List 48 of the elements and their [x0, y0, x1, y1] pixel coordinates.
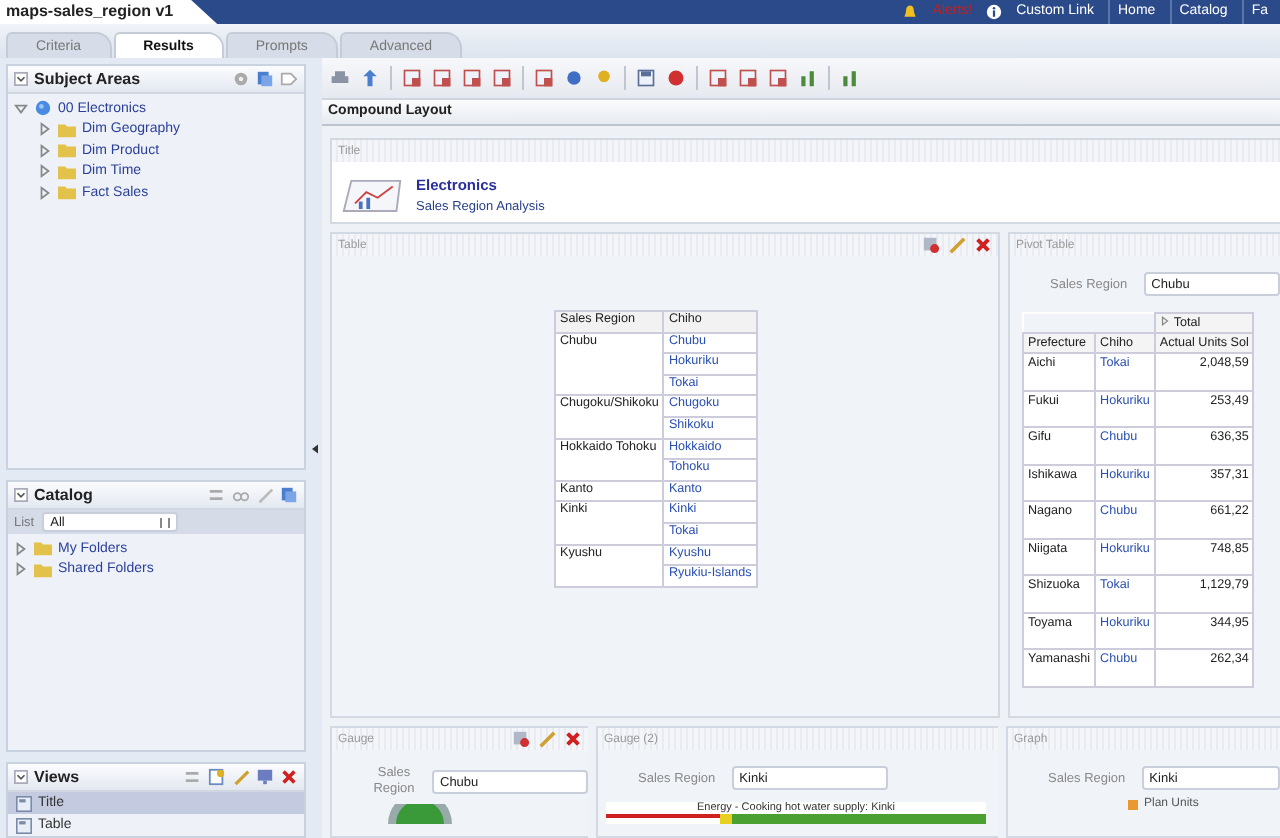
delete-icon[interactable] — [564, 730, 582, 749]
expander-icon[interactable] — [38, 164, 52, 179]
delete-icon[interactable] — [280, 768, 298, 786]
stop-icon[interactable] — [666, 68, 686, 88]
collapse-icon[interactable] — [14, 72, 28, 86]
page-icon[interactable] — [208, 768, 226, 786]
printer-icon[interactable] — [330, 68, 350, 88]
collapse-icon[interactable] — [14, 488, 28, 503]
page-icon[interactable] — [708, 68, 728, 88]
page-icon[interactable] — [432, 68, 452, 88]
pencil-icon[interactable] — [538, 730, 556, 749]
legend-swatch — [1128, 799, 1138, 810]
pencil-icon[interactable] — [948, 236, 966, 254]
collapse-icon[interactable] — [14, 770, 28, 784]
page-icon[interactable] — [768, 68, 788, 88]
expander-icon[interactable] — [38, 185, 52, 200]
expander-icon[interactable] — [14, 541, 28, 556]
panel-title: Catalog — [34, 486, 93, 505]
expander-icon[interactable] — [38, 122, 52, 137]
properties-icon[interactable] — [512, 730, 530, 749]
panel-title: Subject Areas — [34, 70, 141, 88]
properties-icon[interactable] — [922, 236, 940, 254]
tag-icon[interactable] — [280, 70, 298, 88]
page-icon[interactable] — [462, 68, 482, 88]
window-title: maps-sales_region v1 — [0, 0, 218, 24]
bell-icon — [902, 4, 919, 20]
pages-icon[interactable] — [280, 486, 298, 505]
monitor-icon[interactable] — [256, 768, 274, 786]
globe-icon — [34, 100, 52, 117]
expander-icon[interactable] — [14, 562, 28, 577]
pencil-icon[interactable] — [232, 768, 250, 786]
expander-icon[interactable] — [38, 143, 52, 158]
collapse-arrow-icon[interactable] — [311, 443, 317, 453]
expander-icon[interactable] — [1159, 316, 1170, 326]
pages-icon[interactable] — [256, 70, 274, 88]
panel-title: Views — [34, 768, 80, 786]
page-icon[interactable] — [402, 68, 422, 88]
view-icon — [16, 817, 32, 833]
glasses-icon[interactable] — [232, 486, 250, 505]
page-icon[interactable] — [534, 68, 554, 88]
upload-icon[interactable] — [360, 68, 380, 88]
bars-icon[interactable] — [798, 68, 818, 88]
page-icon[interactable] — [738, 68, 758, 88]
page-icon[interactable] — [492, 68, 512, 88]
delete-icon[interactable] — [974, 236, 992, 254]
expander-icon[interactable] — [14, 101, 28, 116]
view-icon — [16, 795, 32, 811]
bars-icon[interactable] — [840, 68, 860, 88]
